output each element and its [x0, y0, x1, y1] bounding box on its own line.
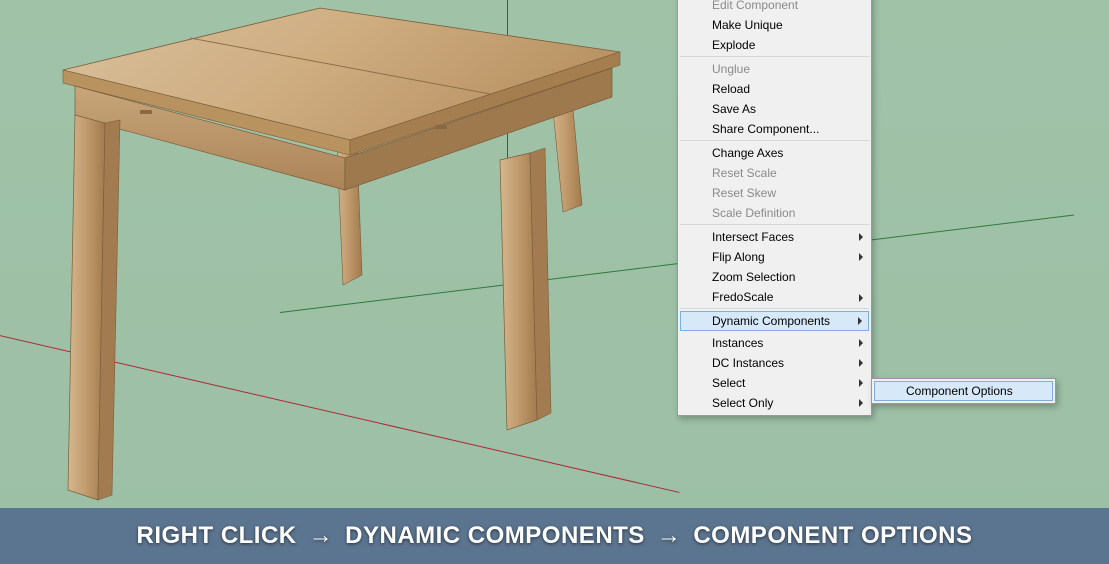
menu-label: Component Options: [906, 384, 1013, 398]
menu-item-fredoscale[interactable]: FredoScale: [680, 287, 869, 309]
menu-item-edit-component[interactable]: Edit Component: [680, 0, 869, 15]
menu-label: Dynamic Components: [712, 314, 830, 328]
submenu-arrow-icon: [859, 339, 863, 347]
menu-item-save-as[interactable]: Save As: [680, 99, 869, 119]
menu-label: Select Only: [712, 396, 773, 410]
menu-item-flip-along[interactable]: Flip Along: [680, 247, 869, 267]
menu-label: Explode: [712, 38, 755, 52]
menu-item-zoom-selection[interactable]: Zoom Selection: [680, 267, 869, 287]
menu-label: Reset Skew: [712, 186, 776, 200]
viewport-3d[interactable]: Edit Component Make Unique Explode Unglu…: [0, 0, 1109, 564]
dynamic-components-submenu[interactable]: Component Options: [871, 378, 1056, 404]
arrow-glyph-icon: →: [657, 522, 682, 550]
submenu-arrow-icon: [858, 317, 862, 325]
submenu-arrow-icon: [859, 233, 863, 241]
menu-item-dynamic-components[interactable]: Dynamic Components: [680, 311, 869, 331]
menu-item-dc-instances[interactable]: DC Instances: [680, 353, 869, 373]
menu-label: Intersect Faces: [712, 230, 794, 244]
menu-item-unglue[interactable]: Unglue: [680, 59, 869, 79]
menu-label: Share Component...: [712, 122, 819, 136]
submenu-arrow-icon: [859, 399, 863, 407]
menu-item-reset-skew[interactable]: Reset Skew: [680, 183, 869, 203]
table-model[interactable]: [30, 0, 680, 530]
submenu-item-component-options[interactable]: Component Options: [874, 381, 1053, 401]
banner-text-1: RIGHT CLICK: [136, 522, 296, 550]
menu-label: Make Unique: [712, 18, 783, 32]
arrow-glyph-icon: →: [309, 522, 334, 550]
menu-label: Save As: [712, 102, 756, 116]
menu-label: Change Axes: [712, 146, 783, 160]
menu-item-instances[interactable]: Instances: [680, 333, 869, 353]
menu-item-select[interactable]: Select: [680, 373, 869, 393]
menu-label: FredoScale: [712, 290, 773, 304]
menu-label: DC Instances: [712, 356, 784, 370]
menu-item-reload[interactable]: Reload: [680, 79, 869, 99]
menu-item-scale-definition[interactable]: Scale Definition: [680, 203, 869, 225]
menu-label: Edit Component: [712, 0, 798, 12]
menu-item-intersect-faces[interactable]: Intersect Faces: [680, 227, 869, 247]
menu-label: Scale Definition: [712, 206, 795, 220]
banner-text-3: COMPONENT OPTIONS: [693, 522, 972, 550]
menu-item-reset-scale[interactable]: Reset Scale: [680, 163, 869, 183]
menu-item-change-axes[interactable]: Change Axes: [680, 143, 869, 163]
menu-label: Unglue: [712, 62, 750, 76]
menu-item-select-only[interactable]: Select Only: [680, 393, 869, 413]
menu-item-make-unique[interactable]: Make Unique: [680, 15, 869, 35]
menu-item-explode[interactable]: Explode: [680, 35, 869, 57]
submenu-arrow-icon: [859, 379, 863, 387]
menu-label: Instances: [712, 336, 763, 350]
menu-label: Zoom Selection: [712, 270, 795, 284]
menu-label: Select: [712, 376, 745, 390]
submenu-arrow-icon: [859, 359, 863, 367]
menu-label: Reset Scale: [712, 166, 777, 180]
submenu-arrow-icon: [859, 294, 863, 302]
banner-text-2: DYNAMIC COMPONENTS: [345, 522, 645, 550]
instruction-banner: RIGHT CLICK → DYNAMIC COMPONENTS → COMPO…: [0, 508, 1109, 564]
menu-label: Reload: [712, 82, 750, 96]
menu-item-share-component[interactable]: Share Component...: [680, 119, 869, 141]
context-menu[interactable]: Edit Component Make Unique Explode Unglu…: [677, 0, 872, 416]
submenu-arrow-icon: [859, 253, 863, 261]
menu-label: Flip Along: [712, 250, 765, 264]
